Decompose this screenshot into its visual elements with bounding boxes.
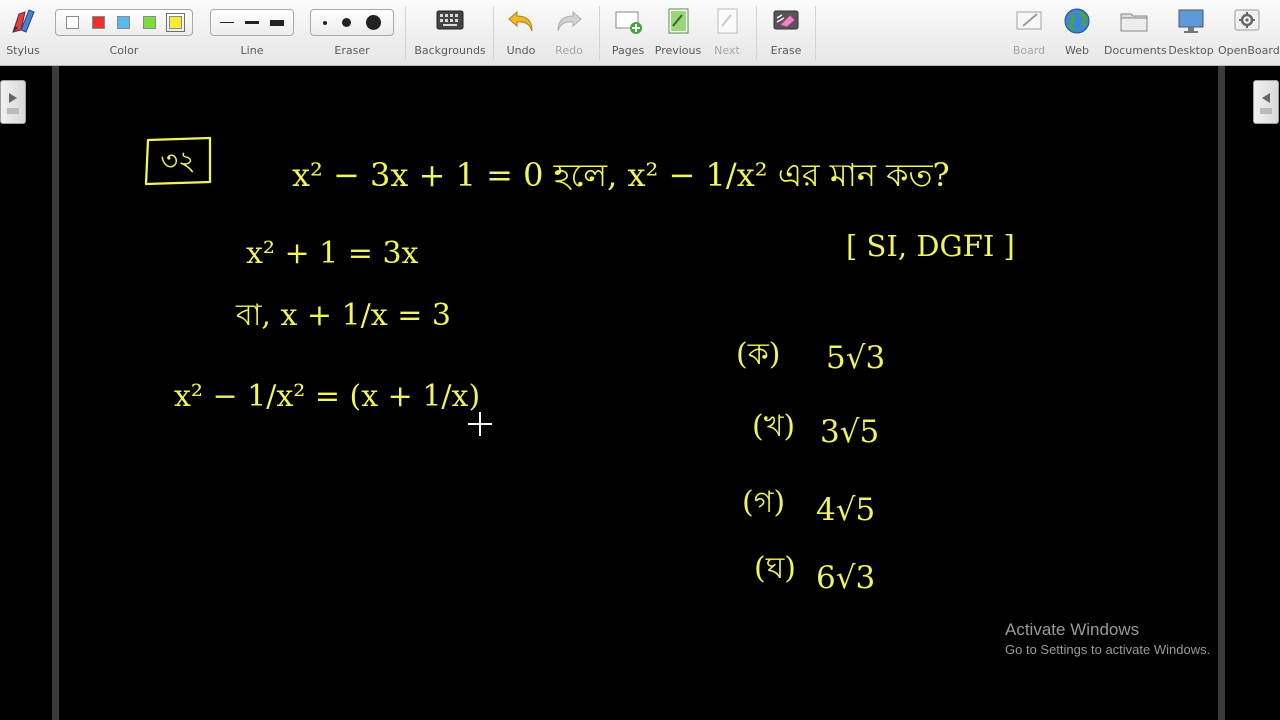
openboard-button[interactable]: OpenBoard bbox=[1218, 0, 1280, 66]
next-page-icon bbox=[717, 8, 738, 34]
color-palette bbox=[55, 9, 193, 36]
eraser-small-button[interactable] bbox=[322, 20, 327, 25]
folder-icon bbox=[1120, 13, 1148, 32]
eraser-group: Eraser bbox=[310, 0, 394, 66]
eraser-medium-button[interactable] bbox=[341, 18, 351, 27]
color-swatch-green[interactable] bbox=[143, 16, 157, 29]
left-panel-toggle[interactable] bbox=[0, 80, 26, 124]
next-button[interactable]: Next bbox=[704, 0, 750, 66]
expand-left-icon bbox=[1260, 93, 1272, 114]
previous-button[interactable]: Previous bbox=[653, 0, 703, 66]
toolbar-divider bbox=[599, 6, 600, 60]
activation-watermark: Activate Windows Go to Settings to activ… bbox=[1005, 620, 1210, 659]
stylus-icon bbox=[12, 9, 35, 33]
color-group: Color bbox=[55, 0, 193, 66]
pages-button[interactable]: Pages bbox=[605, 0, 651, 66]
pages-label: Pages bbox=[611, 44, 645, 57]
erase-label: Erase bbox=[770, 44, 802, 57]
globe-icon bbox=[1064, 8, 1090, 34]
redo-button[interactable]: Redo bbox=[546, 0, 592, 66]
line-thin-button[interactable] bbox=[220, 22, 235, 23]
erase-button[interactable]: Erase bbox=[763, 0, 809, 66]
expand-right-icon bbox=[7, 93, 19, 114]
undo-arrow-icon bbox=[508, 10, 533, 32]
add-page-icon bbox=[615, 11, 642, 34]
documents-button[interactable]: Documents bbox=[1104, 0, 1167, 66]
backgrounds-label: Backgrounds bbox=[414, 44, 486, 57]
desktop-label: Desktop bbox=[1168, 44, 1214, 57]
option-b-label: (খ) bbox=[752, 409, 795, 444]
toolbar: Stylus Color Line Eraser Backgrounds Und… bbox=[0, 0, 1280, 66]
monitor-icon bbox=[1178, 9, 1204, 33]
question-number: ৩২ bbox=[160, 146, 195, 177]
erase-board-icon bbox=[773, 10, 799, 30]
board-label: Board bbox=[1012, 44, 1046, 57]
settings-icon bbox=[1234, 9, 1260, 31]
board-icon bbox=[1016, 11, 1042, 30]
watermark-title: Activate Windows bbox=[1005, 620, 1140, 639]
undo-label: Undo bbox=[506, 44, 536, 57]
color-swatch-yellow[interactable] bbox=[165, 13, 185, 32]
toolbar-divider bbox=[493, 6, 494, 60]
stylus-button[interactable]: Stylus bbox=[0, 0, 46, 66]
toolbar-divider bbox=[815, 6, 816, 60]
color-swatch-white[interactable] bbox=[66, 16, 80, 29]
eraser-label: Eraser bbox=[334, 44, 370, 57]
work-line-3: x² − 1/x² = (x + 1/x) bbox=[174, 379, 480, 414]
watermark-subtitle: Go to Settings to activate Windows. bbox=[1005, 642, 1211, 657]
redo-arrow-icon bbox=[557, 10, 582, 32]
option-a-label: (ক) bbox=[736, 337, 780, 372]
eraser-large-button[interactable] bbox=[366, 15, 382, 30]
keyboard-grid-icon bbox=[436, 10, 464, 30]
question-text: x² − 3x + 1 = 0 হলে, x² − 1/x² এর মান কত… bbox=[292, 156, 950, 194]
web-button[interactable]: Web bbox=[1054, 0, 1100, 66]
previous-page-icon bbox=[668, 8, 689, 34]
line-widths bbox=[210, 9, 294, 36]
line-group: Line bbox=[210, 0, 294, 66]
toolbar-divider bbox=[756, 6, 757, 60]
page-right-edge bbox=[1218, 66, 1225, 720]
stylus-label: Stylus bbox=[6, 44, 40, 57]
desktop-button[interactable]: Desktop bbox=[1166, 0, 1216, 66]
page-left-edge bbox=[52, 66, 59, 720]
toolbar-divider bbox=[405, 6, 406, 60]
board-button[interactable]: Board bbox=[1006, 0, 1052, 66]
reference-text: [ SI, DGFI ] bbox=[846, 229, 1015, 263]
option-d-label: (ঘ) bbox=[754, 551, 796, 586]
option-b-value: 3√5 bbox=[820, 414, 879, 450]
right-panel-toggle[interactable] bbox=[1253, 80, 1279, 124]
previous-label: Previous bbox=[654, 44, 702, 57]
redo-label: Redo bbox=[555, 44, 583, 57]
backgrounds-button[interactable]: Backgrounds bbox=[414, 0, 486, 66]
eraser-sizes bbox=[310, 9, 394, 36]
work-line-1: x² + 1 = 3x bbox=[246, 236, 419, 271]
option-a-value: 5√3 bbox=[826, 340, 885, 376]
documents-label: Documents bbox=[1104, 44, 1167, 57]
openboard-label: OpenBoard bbox=[1218, 44, 1280, 57]
web-label: Web bbox=[1065, 44, 1089, 57]
color-swatch-red[interactable] bbox=[91, 16, 105, 29]
color-swatch-blue[interactable] bbox=[117, 16, 131, 29]
option-c-label: (গ) bbox=[742, 485, 785, 520]
option-d-value: 6√3 bbox=[816, 560, 875, 596]
line-label: Line bbox=[240, 44, 264, 57]
work-line-2: বা, x + 1/x = 3 bbox=[235, 298, 451, 333]
line-medium-button[interactable] bbox=[244, 21, 259, 24]
crosshair-cursor-icon bbox=[468, 412, 492, 436]
option-c-value: 4√5 bbox=[816, 492, 875, 528]
next-label: Next bbox=[714, 44, 740, 57]
undo-button[interactable]: Undo bbox=[498, 0, 544, 66]
color-label: Color bbox=[109, 44, 139, 57]
line-thick-button[interactable] bbox=[269, 19, 284, 26]
